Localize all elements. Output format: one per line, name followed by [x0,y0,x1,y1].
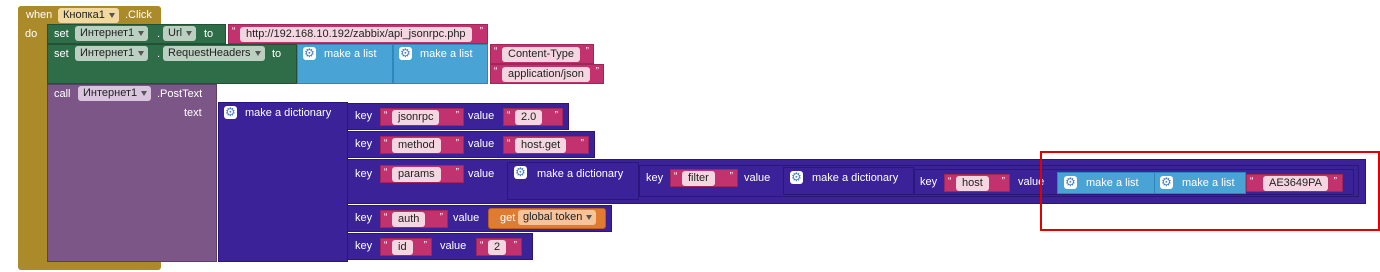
property-dropdown-url[interactable]: Url [163,26,197,41]
value-field[interactable]: host.get [515,138,567,153]
get-keyword: get [500,212,516,224]
gear-icon[interactable] [790,170,803,184]
set-keyword: set [54,28,69,40]
key-field[interactable]: auth [392,212,426,227]
key-label: key [920,176,938,188]
key-label: key [355,240,373,252]
value-label: value [468,138,495,150]
key-text-block[interactable]: “id” [380,238,432,256]
value-text-block[interactable]: “2” [476,238,522,256]
key-label: key [355,110,373,122]
url-text-field[interactable]: http://192.168.10.192/zabbix/api_jsonrpc… [240,27,472,42]
value-label: value [453,212,480,224]
do-keyword: do [25,28,38,40]
key-label: key [355,168,373,180]
make-dictionary-label: make a dictionary [537,168,624,180]
host-key-field[interactable]: host [956,176,989,191]
key-label: key [355,212,373,224]
value-label: value [744,172,771,184]
gear-icon[interactable] [224,105,237,119]
value-field[interactable]: 2.0 [515,110,543,125]
url-text-block[interactable]: “ http://192.168.10.192/zabbix/api_jsonr… [228,24,488,44]
content-type-text-block[interactable]: “ Content-Type ” [490,44,594,64]
key-text-block[interactable]: “auth” [380,210,448,228]
component-dropdown[interactable]: Интернет1 [75,46,149,61]
key-field[interactable]: id [392,240,413,255]
gear-icon[interactable] [303,46,316,60]
key-field[interactable]: params [392,167,441,182]
posttext-method-label: .PostText [157,88,203,100]
to-keyword: to [272,48,282,60]
key-label: key [355,138,373,150]
value-label: value [468,110,495,122]
key-text-block[interactable]: “params” [380,165,464,183]
property-dropdown-requestheaders[interactable]: RequestHeaders [163,46,265,61]
filter-key-text-block[interactable]: “filter” [670,169,738,187]
event-block-body [18,24,48,264]
set-keyword: set [54,48,69,60]
call-keyword: call [54,88,71,100]
dot-separator: . [157,48,161,60]
make-dictionary-label: make a dictionary [245,107,332,119]
key-text-block[interactable]: “method” [380,136,464,154]
make-a-list-label: make a list [420,48,473,60]
to-keyword: to [204,28,214,40]
text-param-label: text [184,107,202,119]
component-dropdown-knopka1[interactable]: Кнопка1 [58,8,119,23]
value-label: value [440,240,467,252]
host-key-text-block[interactable]: “host” [944,174,1010,192]
value-label: value [468,168,495,180]
gear-icon[interactable] [399,46,412,60]
highlight-rectangle [1040,151,1380,231]
value-text-block[interactable]: “2.0” [503,108,563,126]
application-json-field[interactable]: application/json [502,67,590,82]
global-variable-dropdown[interactable]: global token [518,210,597,225]
component-dropdown[interactable]: Интернет1 [75,26,149,41]
component-dropdown[interactable]: Интернет1 [78,86,152,101]
gear-icon[interactable] [514,165,527,179]
value-text-block[interactable]: “host.get” [503,136,589,154]
make-dictionary-label: make a dictionary [812,172,899,184]
application-json-text-block[interactable]: “ application/json ” [490,64,604,84]
click-event-label: .Click [125,9,152,21]
key-field[interactable]: method [392,138,441,153]
filter-key-field[interactable]: filter [682,171,715,186]
when-keyword: when [26,9,53,21]
make-a-list-label: make a list [324,48,377,60]
key-label: key [646,172,664,184]
value-field[interactable]: 2 [488,240,507,255]
content-type-field[interactable]: Content-Type [502,47,581,62]
make-a-dictionary-block[interactable] [218,102,348,262]
key-field[interactable]: jsonrpc [392,110,440,125]
dot-separator: . [157,28,161,40]
key-text-block[interactable]: “jsonrpc” [380,108,464,126]
